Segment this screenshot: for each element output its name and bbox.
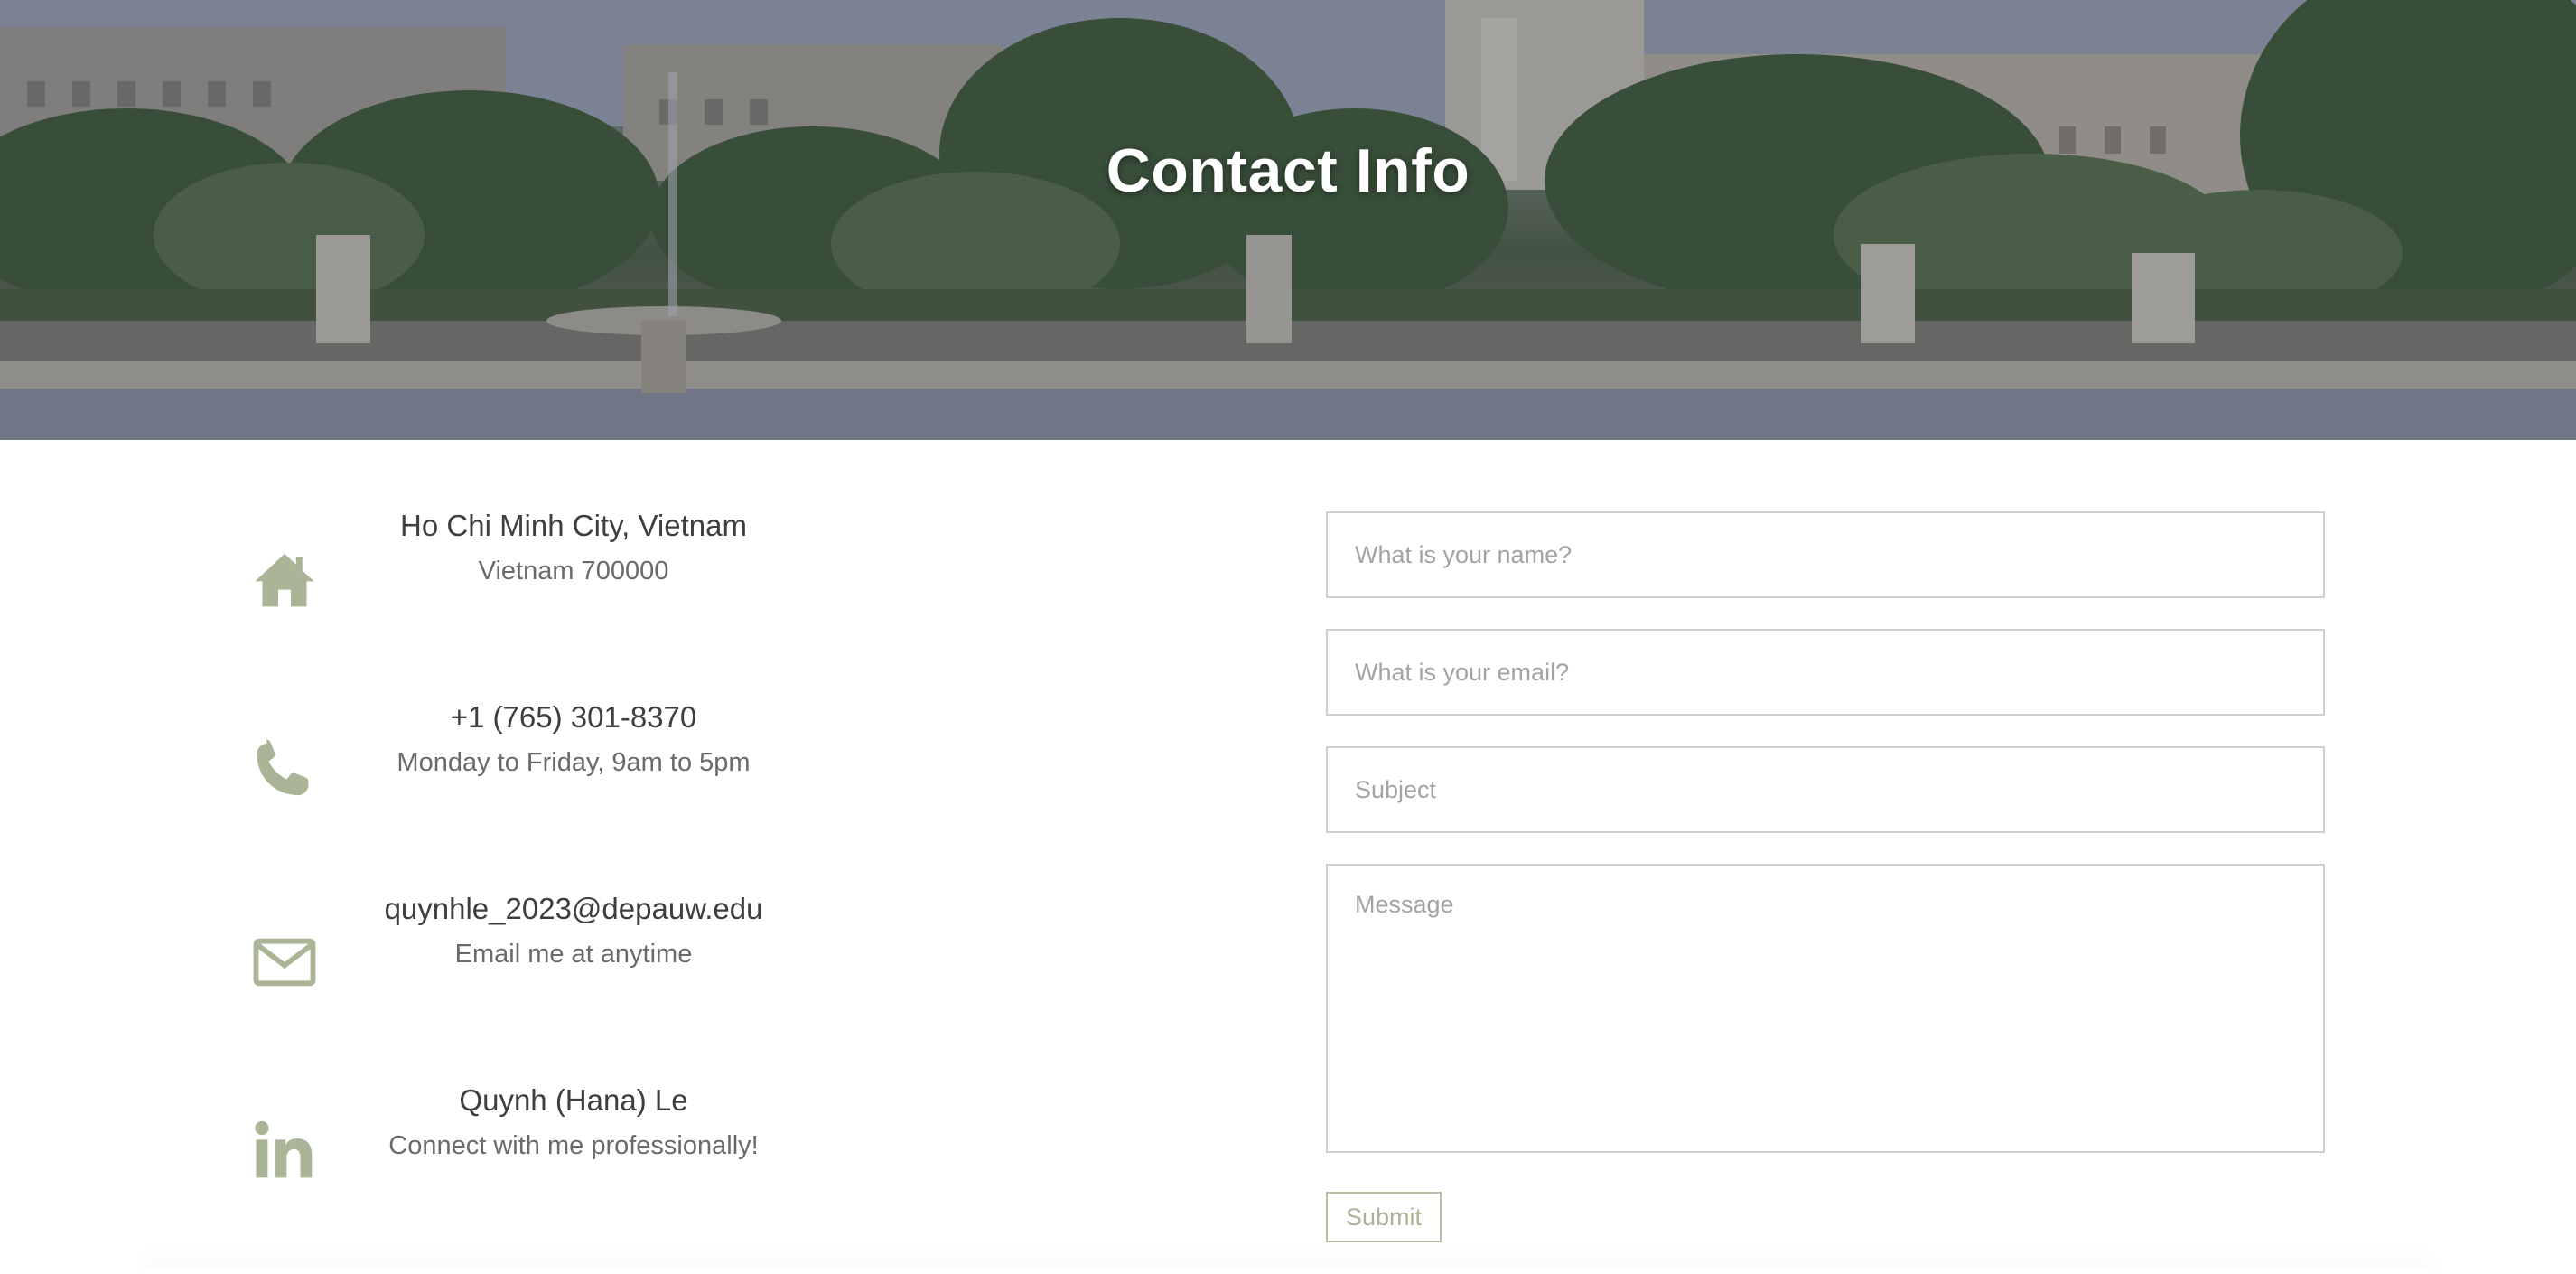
home-icon [253,548,316,611]
address-line: Ho Chi Minh City, Vietnam [400,509,747,542]
linkedin-note: Connect with me professionally! [388,1131,759,1160]
linkedin-name[interactable]: Quynh (Hana) Le [334,1081,813,1120]
contact-item-linkedin: Quynh (Hana) Le Connect with me professi… [253,1081,813,1189]
message-textarea[interactable] [1326,864,2325,1153]
name-input[interactable] [1326,511,2325,598]
contact-item-address: Ho Chi Minh City, Vietnam Vietnam 700000 [253,506,813,614]
subject-input[interactable] [1326,746,2325,833]
contact-item-email: quynhle_2023@depauw.edu Email me at anyt… [253,889,813,998]
phone-number: +1 (765) 301-8370 [450,700,697,734]
phone-hours: Monday to Friday, 9am to 5pm [397,748,751,777]
envelope-icon [253,931,316,994]
submit-button[interactable]: Submit [1326,1192,1442,1242]
contact-item-phone: +1 (765) 301-8370 Monday to Friday, 9am … [253,698,813,806]
email-input[interactable] [1326,629,2325,716]
hero-overlay [0,0,2576,440]
email-note: Email me at anytime [454,940,693,969]
footer-shadow [145,1269,2431,1274]
email-address[interactable]: quynhle_2023@depauw.edu [334,889,813,929]
hero-banner: Contact Info [0,0,2576,440]
linkedin-icon[interactable] [253,1119,316,1182]
address-postal: Vietnam 700000 [478,557,669,585]
page-title: Contact Info [1106,136,1470,205]
phone-icon [253,735,316,799]
